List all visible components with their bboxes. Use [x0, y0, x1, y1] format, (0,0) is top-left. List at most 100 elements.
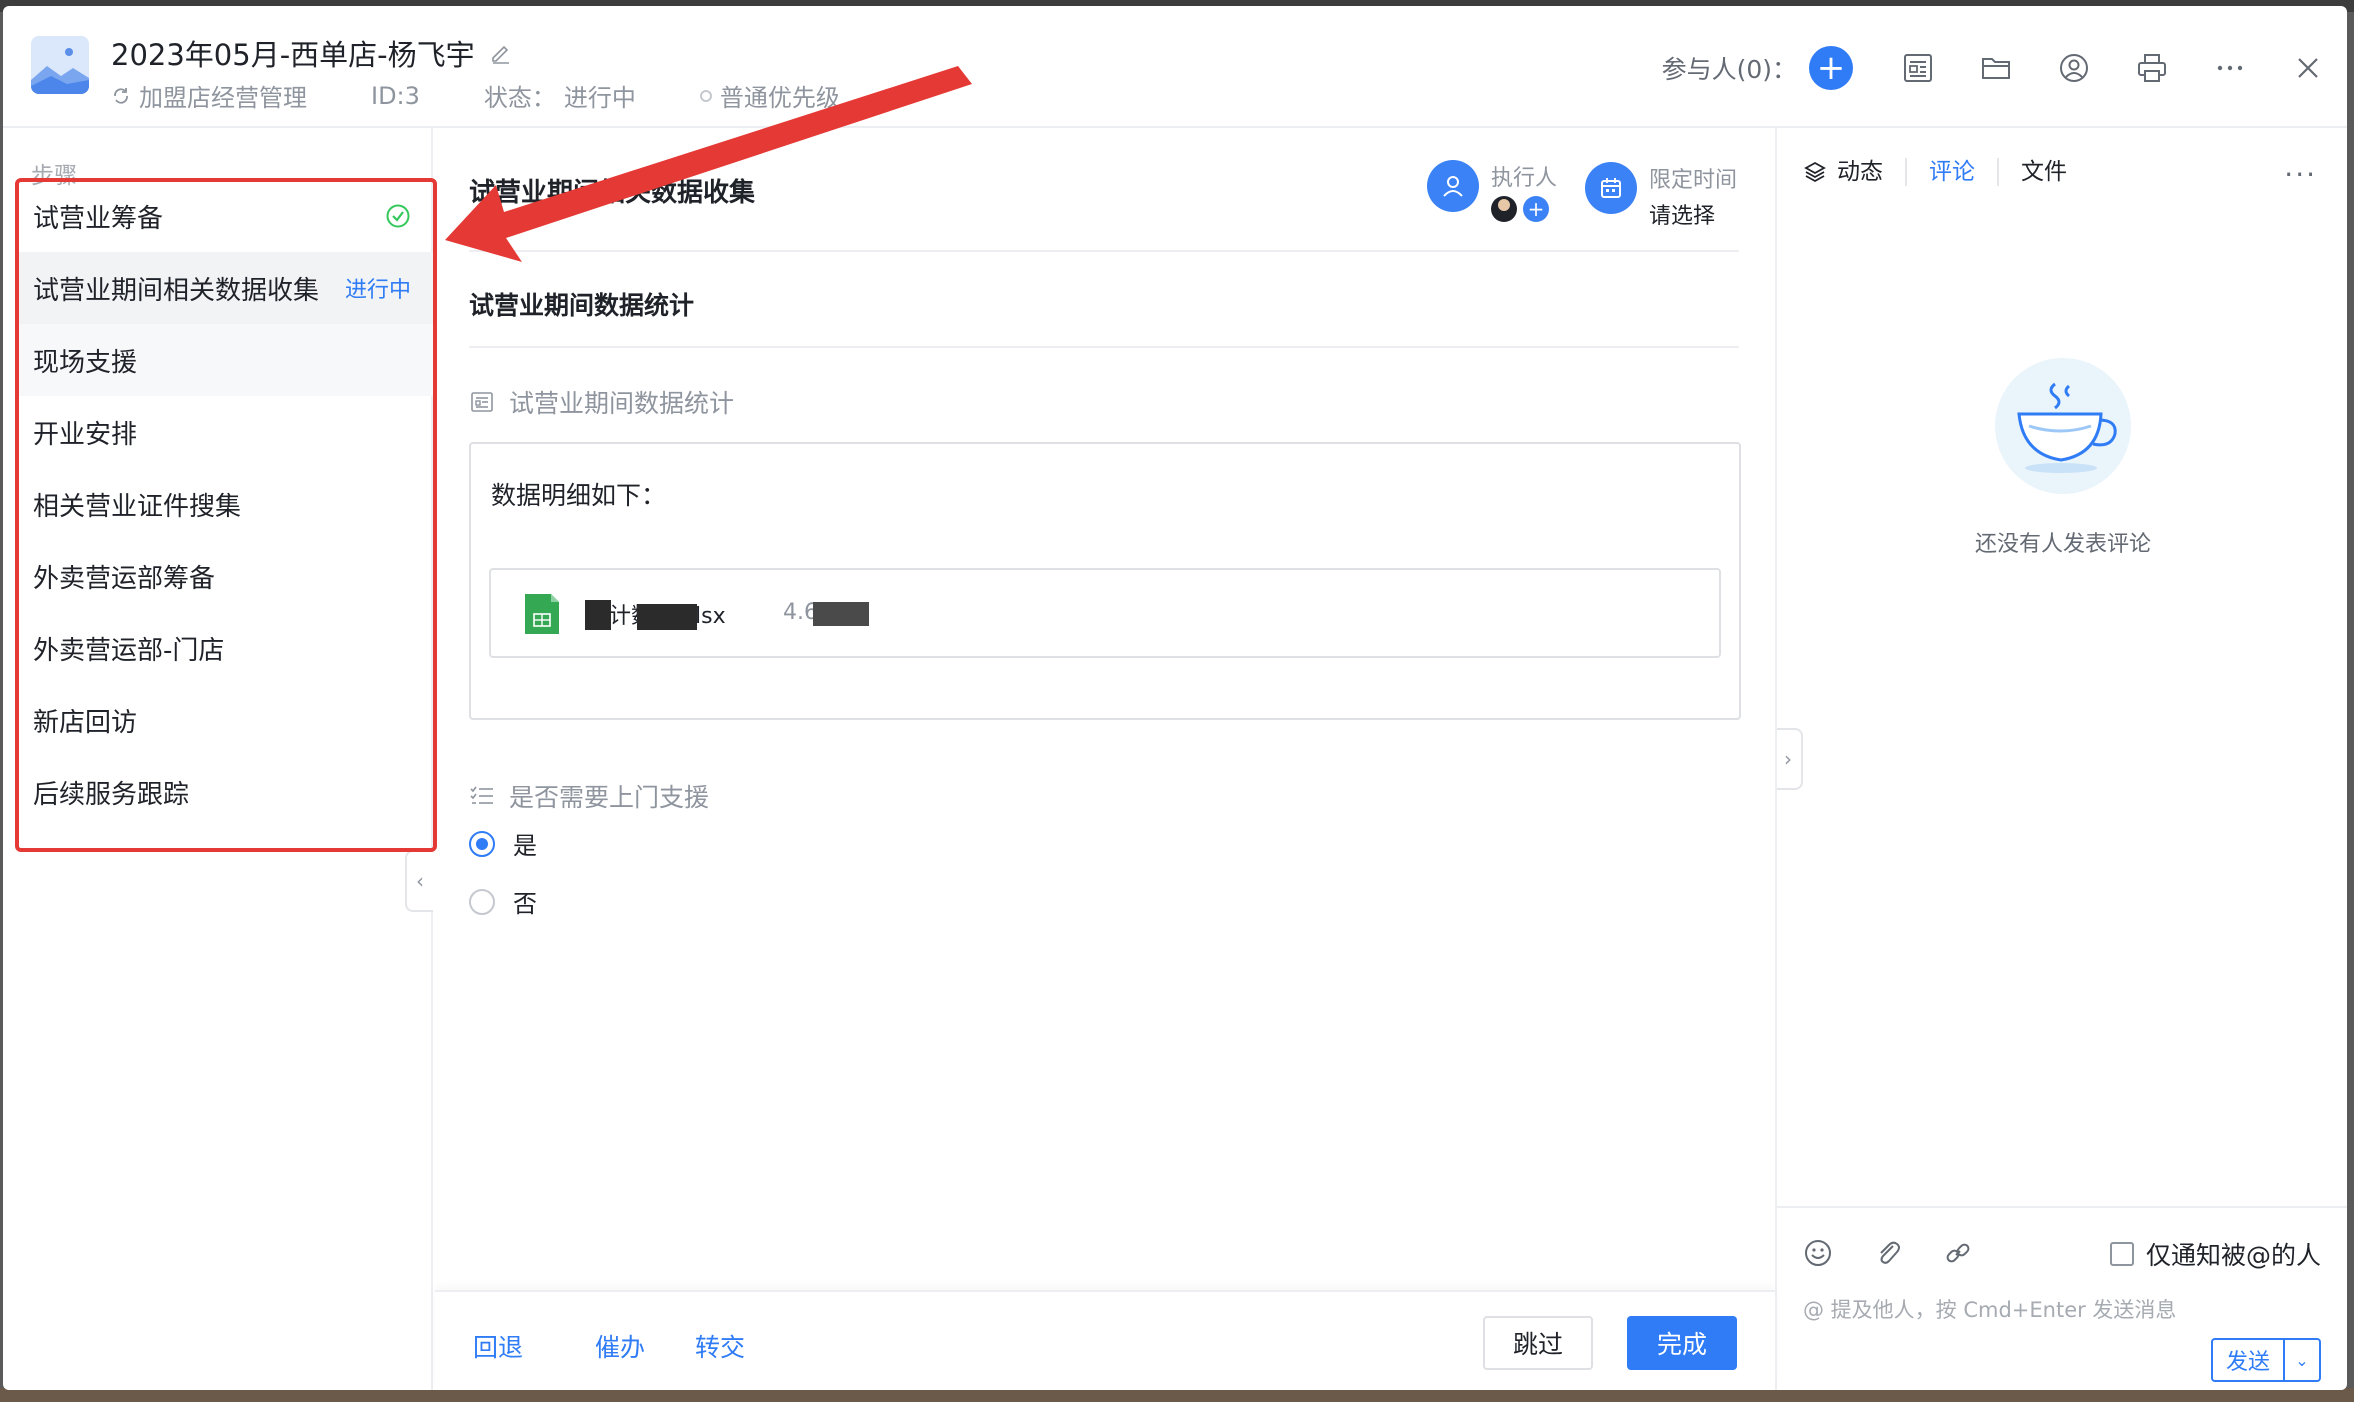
field-label-support: 是否需要上门支援 — [469, 778, 709, 814]
detail-doc-icon[interactable] — [1901, 51, 1935, 85]
divider — [469, 250, 1739, 252]
print-icon[interactable] — [2135, 51, 2169, 85]
close-icon[interactable] — [2291, 51, 2325, 85]
project-name: 加盟店经营管理 — [139, 84, 307, 112]
transfer-button[interactable]: 转交 — [695, 1328, 745, 1364]
panel-more-icon[interactable]: ··· — [2284, 158, 2317, 191]
spreadsheet-file-icon — [525, 594, 559, 634]
deadline-text: 限定时间 请选择 — [1649, 162, 1737, 230]
tab-comments[interactable]: 评论 — [1907, 158, 1999, 186]
richtext-text: 数据明细如下： — [491, 481, 667, 510]
add-participant-button[interactable]: + — [1809, 46, 1853, 90]
person-icon — [1427, 160, 1479, 212]
step-item[interactable]: 相关营业证件搜集 — [17, 468, 433, 540]
urge-button[interactable]: 催办 — [595, 1328, 645, 1364]
user-circle-icon[interactable] — [2057, 51, 2091, 85]
redaction-mark — [637, 604, 697, 630]
tab-files[interactable]: 文件 — [1999, 158, 2089, 186]
executor-text: 执行人 + — [1491, 160, 1557, 222]
deadline-field[interactable]: 限定时间 请选择 — [1585, 162, 1737, 230]
task-image-icon — [31, 36, 89, 94]
step-label: 试营业期间相关数据收集 — [33, 275, 320, 306]
deadline-value: 请选择 — [1649, 204, 1716, 229]
form-heading: 试营业期间数据统计 — [469, 291, 695, 320]
tab-activity[interactable]: 动态 — [1803, 158, 1907, 186]
collapse-left-button[interactable]: ‹ — [405, 850, 433, 912]
step-label: 后续服务跟踪 — [33, 779, 190, 810]
title-row: 2023年05月-西单店-杨飞宇 — [111, 32, 513, 74]
checklist-field-icon — [470, 786, 493, 804]
field-label-stats: 试营业期间数据统计 — [469, 384, 734, 420]
richtext-content-box[interactable]: 数据明细如下： 统计数据.xlsx 4.6KB — [469, 442, 1741, 720]
comment-input[interactable] — [1803, 1290, 2303, 1330]
step-label: 外卖营运部-门店 — [33, 635, 225, 666]
folder-icon[interactable] — [1979, 51, 2013, 85]
step-item[interactable]: 新店回访 — [17, 684, 433, 756]
empty-comments-text: 还没有人发表评论 — [1974, 532, 2151, 557]
notify-checkbox[interactable] — [2109, 1242, 2134, 1266]
priority-dot-icon — [699, 89, 712, 102]
deadline-label: 限定时间 — [1649, 168, 1738, 193]
step-item[interactable]: 现场支援 — [17, 324, 433, 396]
notify-mentioned-only[interactable]: 仅通知被@的人 — [2109, 1236, 2321, 1272]
send-button-group: 发送 ⌄ — [2211, 1338, 2321, 1382]
step-item[interactable]: 外卖营运部筹备 — [17, 540, 433, 612]
status-meta: 状态： 进行中 — [484, 78, 636, 113]
chevron-down-icon[interactable]: ⌄ — [2285, 1340, 2319, 1380]
executor-label: 执行人 — [1491, 166, 1558, 191]
send-button[interactable]: 发送 — [2213, 1340, 2285, 1380]
step-detail-panel: 试营业期间相关数据收集 执行人 + 限定时间 请选择 试营业期间数据统计 试营业… — [435, 128, 1775, 1390]
id-meta: ID:3 — [371, 82, 420, 110]
attachment-icon[interactable] — [1873, 1238, 1903, 1268]
status-label: 状态： — [483, 84, 556, 112]
emoji-icon[interactable] — [1803, 1238, 1833, 1268]
radio-option-yes[interactable]: 是 — [469, 826, 537, 861]
status-value: 进行中 — [563, 84, 636, 112]
step-item-active[interactable]: 试营业期间相关数据收集 进行中 — [17, 252, 433, 324]
activity-tabs: 动态 评论 文件 — [1803, 158, 2089, 186]
radio-yes[interactable] — [469, 830, 495, 857]
step-item[interactable]: 开业安排 — [17, 396, 433, 468]
redaction-mark — [585, 600, 611, 630]
step-item[interactable]: 外卖营运部-门店 — [17, 612, 433, 684]
executor-field[interactable]: 执行人 + — [1427, 160, 1557, 222]
richtext-field-icon — [471, 392, 493, 412]
step-label: 新店回访 — [33, 707, 138, 738]
backdrop-bottom — [0, 1388, 2354, 1402]
task-detail-modal: 2023年05月-西单店-杨飞宇 加盟店经营管理 ID:3 状态： 进行中 普通… — [3, 6, 2347, 1390]
step-status-badge: 进行中 — [344, 278, 411, 303]
priority-meta[interactable]: 普通优先级 — [699, 78, 840, 113]
meta-row: 加盟店经营管理 ID:3 状态： 进行中 普通优先级 — [111, 78, 904, 113]
step-item[interactable]: 试营业筹备 — [17, 180, 433, 252]
layers-icon — [1804, 161, 1826, 183]
header-actions: 参与人(0)： + — [1662, 46, 2325, 90]
step-title: 试营业期间相关数据收集 — [469, 178, 756, 208]
complete-button[interactable]: 完成 — [1627, 1316, 1737, 1370]
divider — [469, 346, 1739, 348]
rollback-button[interactable]: 回退 — [473, 1328, 523, 1364]
sync-icon — [114, 87, 128, 104]
tab-label: 文件 — [2021, 159, 2067, 185]
more-icon[interactable] — [2213, 51, 2247, 85]
task-id: ID:3 — [371, 81, 420, 110]
attachment-card[interactable]: 统计数据.xlsx 4.6KB — [489, 568, 1721, 658]
project-meta[interactable]: 加盟店经营管理 — [111, 78, 307, 113]
comment-composer: 仅通知被@的人 发送 ⌄ — [1777, 1206, 2347, 1390]
link-icon[interactable] — [1943, 1238, 1973, 1268]
tab-label: 动态 — [1837, 159, 1883, 185]
radio-no[interactable] — [469, 888, 495, 915]
radio-option-no[interactable]: 否 — [469, 884, 537, 919]
add-executor-button[interactable]: + — [1523, 196, 1549, 222]
step-item[interactable]: 后续服务跟踪 — [17, 756, 433, 828]
activity-panel: 动态 评论 文件 ··· 还没有人发表评论 仅通知被@的人 @ 提及他人，按 C… — [1775, 128, 2347, 1390]
avatar[interactable] — [1491, 196, 1517, 222]
skip-button[interactable]: 跳过 — [1483, 1316, 1593, 1370]
edit-pencil-icon[interactable] — [489, 41, 513, 65]
step-list: 试营业筹备 试营业期间相关数据收集 进行中 现场支援 开业安排 相关营业证件搜集… — [17, 180, 433, 828]
composer-tools — [1803, 1238, 1973, 1268]
step-label: 外卖营运部筹备 — [33, 563, 216, 594]
tab-label: 评论 — [1929, 159, 1975, 185]
calendar-icon — [1585, 162, 1637, 214]
step-label: 试营业筹备 — [33, 203, 164, 234]
executor-avatars: + — [1491, 196, 1557, 222]
